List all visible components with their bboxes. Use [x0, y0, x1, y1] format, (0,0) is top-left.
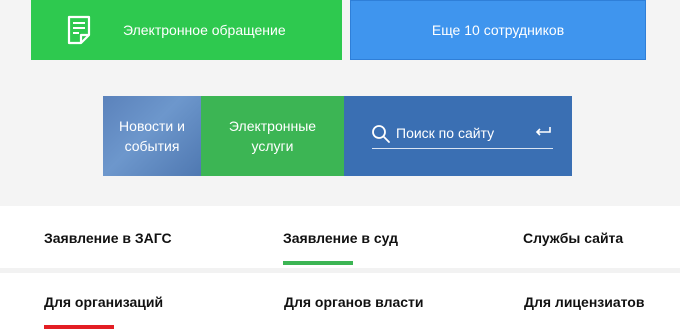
tab-for-organizations[interactable]: Для организаций [44, 294, 163, 310]
search-icon [372, 125, 390, 143]
electronic-services-tile[interactable]: Электронные услуги [201, 96, 344, 176]
active-tab-indicator-green [283, 261, 353, 265]
tab-site-services[interactable]: Службы сайта [523, 230, 623, 246]
electronic-appeal-label: Электронное обращение [123, 22, 286, 38]
search-input[interactable] [396, 122, 526, 144]
news-events-tile[interactable]: Новости и события [103, 96, 201, 176]
document-pen-icon [67, 15, 91, 45]
tabs-row-top: Заявление в ЗАГС Заявление в суд Службы … [0, 206, 680, 268]
search-tile [344, 96, 572, 176]
services-line-1: Электронные [228, 118, 317, 134]
more-employees-label: Еще 10 сотрудников [431, 22, 565, 38]
tab-zags-application[interactable]: Заявление в ЗАГС [44, 230, 172, 246]
electronic-services-label: Электронные услуги [229, 116, 316, 156]
tab-for-authorities[interactable]: Для органов власти [284, 294, 424, 310]
news-line-1: Новости и [119, 118, 185, 134]
search-underline [372, 148, 553, 149]
electronic-appeal-button[interactable]: Электронное обращение [31, 0, 342, 60]
news-line-2: события [124, 138, 180, 154]
more-employees-button[interactable]: Еще 10 сотрудников [350, 0, 646, 60]
news-events-label: Новости и события [119, 116, 185, 156]
services-line-2: услуги [251, 138, 294, 154]
enter-return-icon[interactable] [534, 126, 552, 138]
tab-court-application[interactable]: Заявление в суд [283, 230, 398, 246]
tabs-row-bottom: Для организаций Для органов власти Для л… [0, 273, 680, 331]
tab-for-licensees[interactable]: Для лицензиатов [524, 294, 644, 310]
active-tab-indicator-red [44, 325, 114, 329]
